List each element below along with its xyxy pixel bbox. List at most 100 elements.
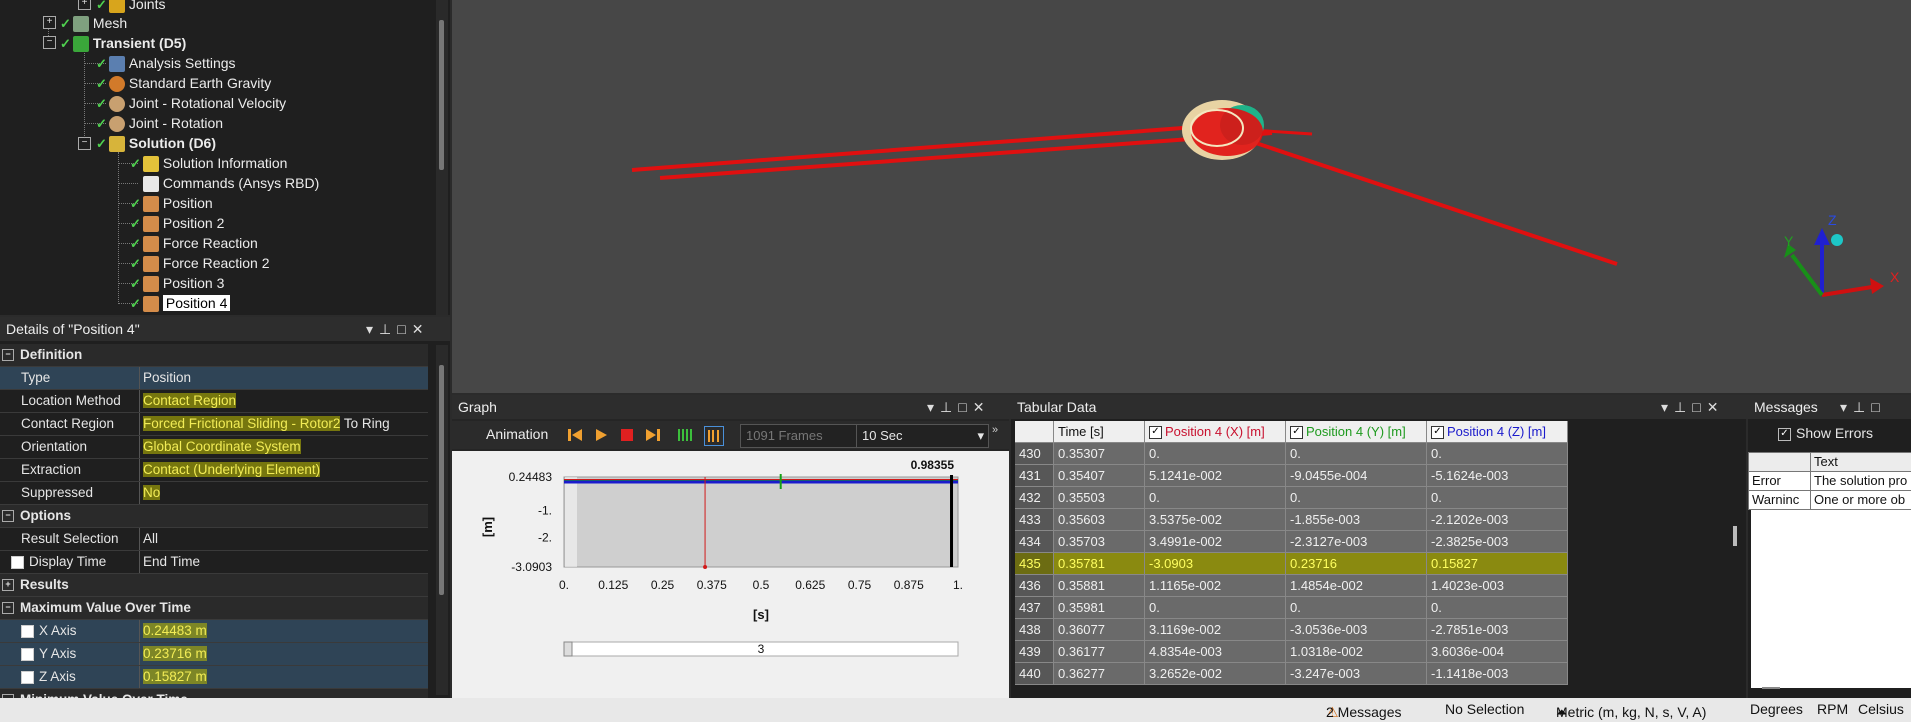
y-axis-checkbox[interactable] — [21, 647, 34, 661]
table-cell[interactable]: 0.35781 — [1054, 553, 1145, 575]
pin-icon[interactable]: ⊥ — [1674, 399, 1692, 415]
collapse-icon[interactable]: − — [2, 510, 14, 522]
table-cell[interactable]: 0. — [1286, 487, 1427, 509]
frames-select[interactable]: 1091 Frames — [740, 424, 859, 448]
row-extraction[interactable]: Extraction Contact (Underlying Element) — [0, 459, 428, 482]
expand-mesh[interactable]: + — [43, 16, 56, 29]
column-visible-checkbox[interactable]: ✓ — [1431, 426, 1444, 440]
tree-item-commands[interactable]: ✓Commands (Ansys RBD) — [130, 173, 319, 193]
tabular-scrollbar-thumb[interactable] — [1733, 526, 1737, 546]
table-cell[interactable]: -1.1418e-003 — [1427, 663, 1568, 685]
message-text[interactable]: The solution pro — [1810, 471, 1911, 491]
z-axis-checkbox[interactable] — [21, 670, 34, 684]
position-chart[interactable]: 0.24483 -1. -2. -3.0903 0. 0.125 0.25 0.375 0.5 0… — [452, 451, 1009, 698]
duration-select[interactable]: 10 Sec ▾ — [856, 424, 989, 448]
table-cell[interactable]: 1.4854e-002 — [1286, 575, 1427, 597]
messages-scrollbar[interactable] — [1762, 687, 1780, 689]
row-index[interactable]: 434 — [1015, 531, 1054, 553]
table-cell[interactable]: 0. — [1427, 443, 1568, 465]
collapse-icon[interactable]: − — [2, 349, 14, 361]
tree-item-position-3[interactable]: ✓ Position 3 — [130, 273, 224, 293]
column-visible-checkbox[interactable]: ✓ — [1290, 426, 1303, 440]
table-cell[interactable]: -3.0903 — [1145, 553, 1286, 575]
tree-item-rotational-velocity[interactable]: ✓ Joint - Rotational Velocity — [96, 93, 286, 113]
messages-col-text[interactable]: Text — [1810, 452, 1911, 472]
stop-icon[interactable] — [618, 426, 636, 444]
overflow-chevron-icon[interactable]: » — [992, 424, 998, 436]
close-icon[interactable]: ✕ — [412, 321, 430, 337]
row-index[interactable]: 440 — [1015, 663, 1054, 685]
column-header[interactable]: Time [s] — [1054, 421, 1145, 443]
tabular-scrollbar[interactable] — [1728, 421, 1742, 698]
table-cell[interactable]: -2.1202e-003 — [1427, 509, 1568, 531]
section-definition[interactable]: − Definition — [0, 344, 428, 367]
row-index[interactable]: 431 — [1015, 465, 1054, 487]
table-cell[interactable]: 3.6036e-004 — [1427, 641, 1568, 663]
table-cell[interactable]: 0.23716 — [1286, 553, 1427, 575]
table-cell[interactable]: -9.0455e-004 — [1286, 465, 1427, 487]
rotor-model[interactable] — [1182, 100, 1264, 160]
table-cell[interactable]: 0. — [1145, 443, 1286, 465]
table-cell[interactable]: 0.35703 — [1054, 531, 1145, 553]
row-contact-region[interactable]: Contact Region Forced Frictional Sliding … — [0, 413, 428, 436]
row-display-time[interactable]: Display Time End Time — [0, 551, 428, 574]
table-cell[interactable]: 0. — [1427, 597, 1568, 619]
row-location-method[interactable]: Location Method Contact Region — [0, 390, 428, 413]
table-cell[interactable]: 3.2652e-002 — [1145, 663, 1286, 685]
row-type[interactable]: Type Position — [0, 367, 428, 390]
row-index[interactable]: 438 — [1015, 619, 1054, 641]
previous-frame-icon[interactable] — [566, 426, 584, 444]
collapse-transient[interactable]: − — [43, 36, 56, 49]
section-options[interactable]: − Options — [0, 505, 428, 528]
section-results[interactable]: + Results — [0, 574, 428, 597]
status-temperature[interactable]: Celsius — [1858, 701, 1904, 717]
details-window-controls[interactable]: ▾⊥□✕ — [366, 317, 429, 341]
tabular-window-controls[interactable]: ▾⊥□✕ — [1661, 395, 1724, 419]
pin-icon[interactable]: ⊥ — [940, 399, 958, 415]
details-scrollbar[interactable] — [436, 345, 448, 695]
row-orientation[interactable]: Orientation Global Coordinate System — [0, 436, 428, 459]
table-cell[interactable]: 3.5375e-002 — [1145, 509, 1286, 531]
table-cell[interactable]: 0. — [1286, 597, 1427, 619]
table-cell[interactable]: 0. — [1286, 443, 1427, 465]
table-cell[interactable]: 1.4023e-003 — [1427, 575, 1568, 597]
status-angle[interactable]: Degrees — [1750, 701, 1803, 717]
maximize-icon[interactable]: □ — [958, 399, 972, 415]
table-cell[interactable]: -2.3825e-003 — [1427, 531, 1568, 553]
x-axis-checkbox[interactable] — [21, 624, 34, 638]
close-icon[interactable]: ✕ — [1707, 399, 1725, 415]
details-scrollbar-thumb[interactable] — [439, 365, 444, 595]
row-index[interactable]: 437 — [1015, 597, 1054, 619]
tree-item-mesh[interactable]: ✓ Mesh — [60, 13, 127, 33]
play-icon[interactable] — [592, 426, 610, 444]
graphics-viewport[interactable]: Z Y X — [452, 0, 1911, 393]
table-cell[interactable]: 3.4991e-002 — [1145, 531, 1286, 553]
column-header[interactable]: ✓ Position 4 (Y) [m] — [1286, 421, 1427, 443]
table-cell[interactable]: 5.1241e-002 — [1145, 465, 1286, 487]
table-cell[interactable]: -1.855e-003 — [1286, 509, 1427, 531]
tree-item-position[interactable]: ✓ Position — [130, 193, 213, 213]
table-cell[interactable]: 0.35407 — [1054, 465, 1145, 487]
tree-item-solution[interactable]: ✓ Solution (D6) — [96, 133, 216, 153]
column-visible-checkbox[interactable]: ✓ — [1149, 426, 1162, 440]
tree-item-force-reaction[interactable]: ✓ Force Reaction — [130, 233, 258, 253]
tree-item-joints[interactable]: ✓ Joints — [96, 0, 165, 14]
tree-item-force-reaction-2[interactable]: ✓ Force Reaction 2 — [130, 253, 270, 273]
tree-item-solution-information[interactable]: ✓ Solution Information — [130, 153, 287, 173]
row-index[interactable]: 436 — [1015, 575, 1054, 597]
tree-item-position-2[interactable]: ✓ Position 2 — [130, 213, 224, 233]
model-view[interactable]: Z Y X — [452, 0, 1911, 393]
display-time-checkbox[interactable] — [11, 555, 24, 569]
pin-icon[interactable]: ⊥ — [1853, 399, 1871, 415]
row-index[interactable]: 439 — [1015, 641, 1054, 663]
show-errors-toggle[interactable]: ✓ Show Errors — [1778, 425, 1873, 441]
close-icon[interactable]: ✕ — [973, 399, 991, 415]
table-cell[interactable]: 0. — [1145, 597, 1286, 619]
header-corner[interactable] — [1015, 421, 1054, 443]
tree-item-earth-gravity[interactable]: ✓ Standard Earth Gravity — [96, 73, 271, 93]
table-cell[interactable]: 3.1169e-002 — [1145, 619, 1286, 641]
table-cell[interactable]: 0.35307 — [1054, 443, 1145, 465]
show-errors-checkbox[interactable]: ✓ — [1778, 427, 1791, 441]
table-cell[interactable]: 0.35881 — [1054, 575, 1145, 597]
table-cell[interactable]: 0.15827 — [1427, 553, 1568, 575]
